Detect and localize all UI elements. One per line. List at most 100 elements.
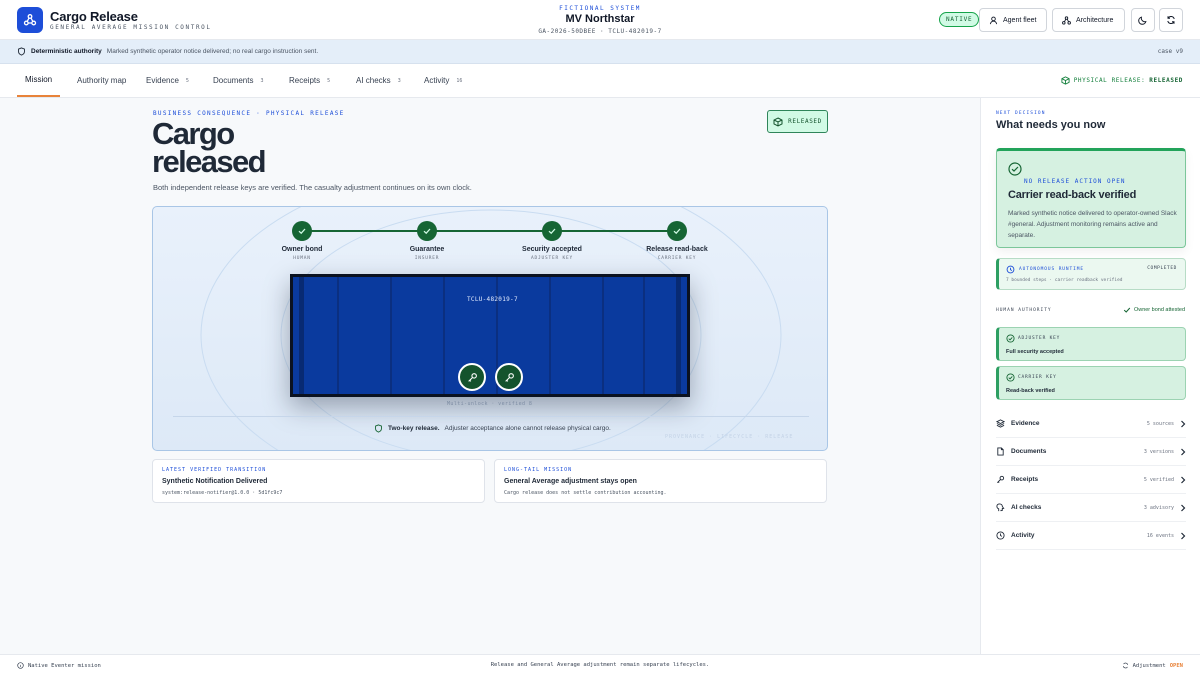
system-info: FICTIONAL SYSTEM MV Northstar GA-2026-50… bbox=[500, 5, 700, 35]
chevron-right-icon bbox=[1181, 420, 1186, 427]
runtime-subtitle: 7 bounded steps · carrier readback verif… bbox=[1006, 278, 1123, 283]
card-subtitle: Cargo release does not settle contributi… bbox=[504, 490, 667, 496]
adjustment-label: Adjustment bbox=[1132, 662, 1166, 669]
tab-authority-map[interactable]: Authority map bbox=[77, 64, 126, 97]
card-subtitle: system:release-notifier@1.0.0 · 5d1fc9c7 bbox=[162, 490, 283, 496]
tab-label: Mission bbox=[25, 75, 53, 84]
ship-name: MV Northstar bbox=[565, 13, 635, 25]
system-label: FICTIONAL SYSTEM bbox=[559, 5, 641, 12]
physical-release-value: RELEASED bbox=[1149, 77, 1183, 84]
tab-count: 3 bbox=[260, 77, 264, 84]
agent-fleet-label: Agent fleet bbox=[1003, 16, 1037, 24]
check-icon bbox=[667, 221, 687, 241]
theme-toggle-button[interactable] bbox=[1131, 8, 1155, 32]
step-owner-bond: Owner bond HUMAN bbox=[242, 221, 362, 261]
two-key-title: Two-key release. bbox=[388, 425, 440, 432]
panel-title: What needs you now bbox=[996, 119, 1106, 131]
tab-evidence[interactable]: Evidence 5 bbox=[146, 64, 189, 97]
container-rib bbox=[602, 277, 604, 394]
nav-evidence[interactable]: Evidence 5 sources bbox=[996, 410, 1186, 438]
runtime-status: COMPLETED bbox=[1147, 266, 1177, 271]
autonomous-runtime-card[interactable]: AUTONOMOUS RUNTIME COMPLETED 7 bounded s… bbox=[996, 258, 1186, 290]
ai-icon bbox=[996, 503, 1008, 512]
owner-bond-label: Owner bond attested bbox=[1133, 307, 1185, 313]
tab-mission[interactable]: Mission bbox=[17, 64, 61, 97]
nav-label: Evidence bbox=[1011, 420, 1040, 427]
page-subtitle: Both independent release keys are verifi… bbox=[153, 183, 472, 192]
tab-label: Documents bbox=[213, 76, 254, 85]
tab-activity[interactable]: Activity 16 bbox=[424, 64, 462, 97]
check-circle-icon bbox=[1008, 162, 1022, 176]
nav-count: 3 versions bbox=[1143, 448, 1174, 455]
panel-kicker: NEXT DECISION bbox=[996, 111, 1046, 116]
tab-label: Authority map bbox=[77, 76, 127, 85]
tab-count: 5 bbox=[185, 77, 189, 84]
nav-ai-checks[interactable]: AI checks 3 advisory bbox=[996, 494, 1186, 522]
tab-documents[interactable]: Documents 3 bbox=[213, 64, 263, 97]
container-rib bbox=[549, 277, 551, 394]
shipping-container: TCLU-482019-7 bbox=[290, 274, 690, 397]
chevron-right-icon bbox=[1181, 504, 1186, 511]
step-label: Release read-back bbox=[646, 246, 708, 253]
check-icon bbox=[1123, 307, 1131, 313]
nav-label: Activity bbox=[1011, 532, 1035, 539]
watermark-text: PROVENANCE · LIFECYCLE · RELEASE bbox=[665, 434, 794, 440]
network-icon bbox=[23, 14, 37, 26]
moon-icon bbox=[1138, 16, 1147, 25]
two-key-text: Adjuster acceptance alone cannot release… bbox=[444, 425, 611, 432]
nav-receipts[interactable]: Receipts 5 verified bbox=[996, 466, 1186, 494]
clock-icon bbox=[1006, 265, 1015, 274]
key-label: ADJUSTER KEY bbox=[1018, 336, 1061, 341]
chevron-right-icon bbox=[1181, 532, 1186, 539]
latest-transition-card[interactable]: LATEST VERIFIED TRANSITION Synthetic Not… bbox=[152, 459, 485, 503]
tab-label: AI checks bbox=[356, 76, 391, 85]
released-badge-label: RELEASED bbox=[788, 118, 822, 125]
status-footer: Native Eventer mission Release and Gener… bbox=[0, 654, 1200, 675]
key-value: Read-back verified bbox=[1006, 388, 1055, 394]
tab-ai-checks[interactable]: AI checks 3 bbox=[356, 64, 401, 97]
refresh-icon bbox=[1122, 662, 1128, 669]
tab-label: Receipts bbox=[289, 76, 321, 85]
chevron-right-icon bbox=[1181, 476, 1186, 483]
card-kicker: LONG-TAIL MISSION bbox=[504, 467, 573, 473]
release-visual-card: Owner bond HUMAN Guarantee INSURER Secur… bbox=[152, 206, 828, 451]
next-decision-panel: NEXT DECISION What needs you now NO RELE… bbox=[980, 98, 1200, 654]
container-post bbox=[676, 277, 681, 394]
nav-documents[interactable]: Documents 3 versions bbox=[996, 438, 1186, 466]
case-version: case v9 bbox=[1157, 48, 1183, 55]
top-header: Cargo Release GENERAL AVERAGE MISSION CO… bbox=[0, 0, 1200, 40]
status-tag: NO RELEASE ACTION OPEN bbox=[1024, 178, 1126, 185]
package-icon bbox=[1061, 76, 1070, 85]
card-body: Marked synthetic notice delivered to ope… bbox=[1008, 210, 1177, 239]
agent-fleet-button[interactable]: Agent fleet bbox=[979, 8, 1047, 32]
key-value: Full security accepted bbox=[1006, 349, 1064, 355]
nav-count: 3 advisory bbox=[1143, 504, 1174, 511]
app-root: Cargo Release GENERAL AVERAGE MISSION CO… bbox=[0, 0, 1200, 675]
tab-receipts[interactable]: Receipts 5 bbox=[289, 64, 330, 97]
adjustment-status-value: OPEN bbox=[1169, 662, 1183, 669]
nav-count: 5 sources bbox=[1146, 420, 1174, 427]
case-ids: GA-2026-50DBEE · TCLU-482019-7 bbox=[538, 28, 662, 35]
step-role: ADJUSTER KEY bbox=[530, 256, 574, 261]
architecture-button[interactable]: Architecture bbox=[1052, 8, 1125, 32]
architecture-label: Architecture bbox=[1076, 16, 1114, 24]
nav-label: Documents bbox=[1011, 448, 1047, 455]
tab-bar: Mission Authority map Evidence 5 Documen… bbox=[0, 64, 1200, 98]
notice-title: Deterministic authority bbox=[31, 48, 102, 55]
check-icon bbox=[292, 221, 312, 241]
app-logo[interactable] bbox=[17, 7, 43, 33]
carrier-lock bbox=[495, 363, 523, 391]
tab-count: 5 bbox=[327, 77, 331, 84]
carrier-key-card: CARRIER KEY Read-back verified bbox=[996, 366, 1186, 400]
check-circle-icon bbox=[1006, 373, 1015, 382]
step-role: INSURER bbox=[414, 256, 440, 261]
shield-icon bbox=[375, 424, 382, 433]
tab-label: Activity bbox=[424, 76, 450, 85]
owner-bond-status: Owner bond attested bbox=[1123, 306, 1185, 314]
nav-label: Receipts bbox=[1011, 476, 1039, 483]
adjuster-key-card: ADJUSTER KEY Full security accepted bbox=[996, 327, 1186, 361]
long-tail-mission-card[interactable]: LONG-TAIL MISSION General Average adjust… bbox=[494, 459, 827, 503]
nav-activity[interactable]: Activity 16 events bbox=[996, 522, 1186, 550]
refresh-button[interactable] bbox=[1159, 8, 1183, 32]
container-rib bbox=[390, 277, 392, 394]
